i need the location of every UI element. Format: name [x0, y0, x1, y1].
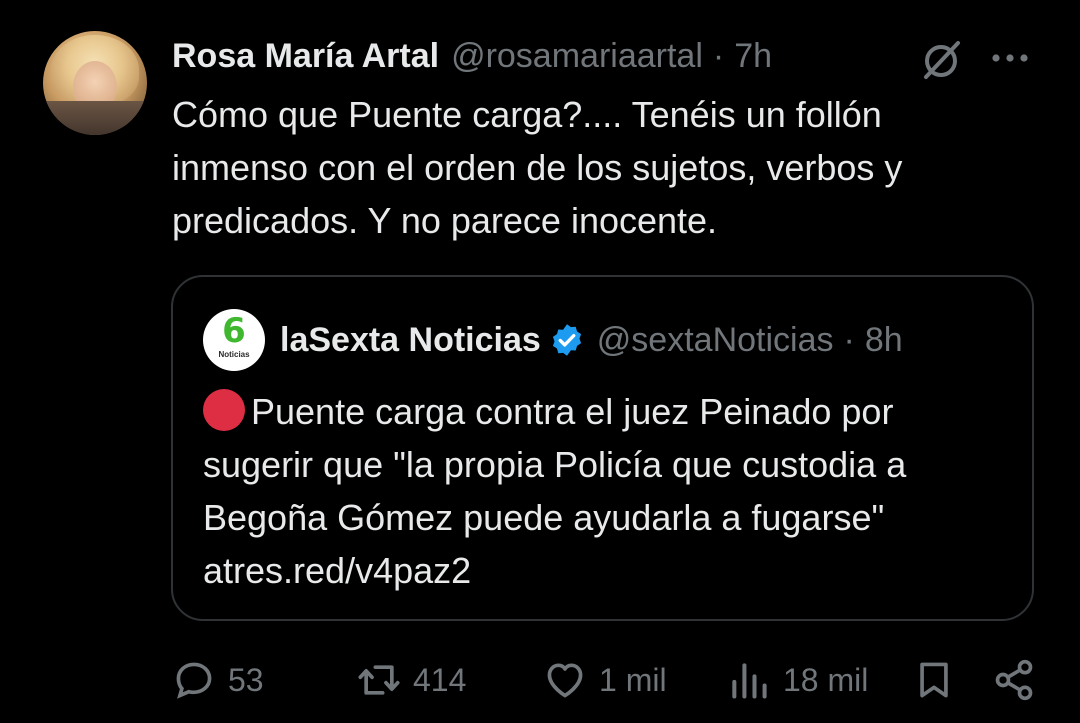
share-button[interactable] [992, 650, 1036, 710]
verified-icon [552, 324, 581, 356]
tweet-header: Rosa María Artal @rosamariaartal · 7h [172, 34, 772, 78]
quoted-display-name[interactable]: laSexta Noticias [280, 321, 541, 360]
quoted-author-avatar[interactable]: 6 Noticias [203, 309, 265, 371]
quoted-tweet[interactable]: 6 Noticias laSexta Noticias @sextaNotici… [171, 275, 1034, 621]
avatar-six-logo: 6 [222, 311, 246, 351]
bookmark-icon [920, 662, 948, 698]
quoted-handle[interactable]: @sextaNoticias [597, 321, 834, 360]
bookmark-button[interactable] [912, 650, 956, 710]
more-icon[interactable] [986, 42, 1034, 74]
red-circle-icon [203, 389, 245, 431]
avatar-noticias-label: Noticias [218, 350, 250, 359]
reply-count: 53 [228, 661, 264, 698]
tweet[interactable]: Rosa María Artal @rosamariaartal · 7h Có… [0, 0, 1080, 723]
like-button[interactable]: 1 mil [543, 650, 667, 710]
views-count: 18 mil [783, 661, 869, 698]
heart-icon [547, 663, 583, 698]
share-icon [995, 659, 1033, 701]
author-display-name[interactable]: Rosa María Artal [172, 37, 439, 76]
repost-count: 414 [413, 661, 467, 698]
views-icon [732, 663, 767, 699]
quoted-text: Puente carga contra el juez Peinado por … [203, 391, 907, 591]
avatar-shade [43, 101, 147, 135]
reply-button[interactable]: 53 [172, 650, 264, 710]
separator-dot: · [843, 320, 855, 359]
tweet-time[interactable]: 7h [734, 37, 772, 76]
repost-button[interactable]: 414 [357, 650, 466, 710]
author-avatar[interactable] [43, 31, 147, 135]
like-count: 1 mil [599, 661, 667, 698]
quoted-time[interactable]: 8h [865, 321, 903, 360]
separator-dot: · [712, 36, 725, 75]
quoted-header: laSexta Noticias @sextaNoticias · 8h [280, 317, 903, 363]
tweet-text: Cómo que Puente carga?.... Tenéis un fol… [172, 94, 903, 241]
grok-icon[interactable] [917, 36, 965, 84]
repost-icon [358, 665, 400, 695]
views-button[interactable]: 18 mil [727, 650, 868, 710]
action-bar: 53 414 1 mil 18 mil [0, 650, 1080, 710]
author-handle[interactable]: @rosamariaartal [451, 37, 703, 76]
quoted-text-block: Puente carga contra el juez Peinado por … [203, 385, 1013, 597]
reply-icon [176, 662, 212, 699]
